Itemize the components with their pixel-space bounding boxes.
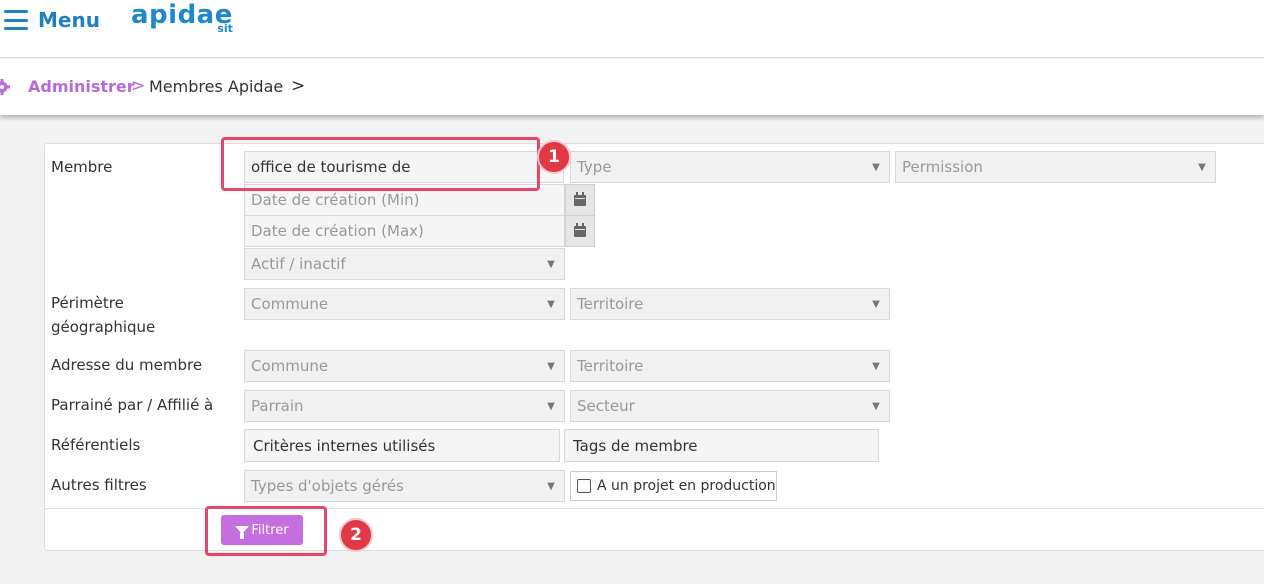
top-bar: Menu apidae sit: [0, 0, 1264, 58]
chevron-right-icon: >: [291, 76, 306, 96]
date-creation-max-input[interactable]: Date de création (Max): [244, 215, 565, 247]
label-adresse: Adresse du membre: [51, 356, 203, 374]
breadcrumb: Administrer > Membres Apidae >: [0, 59, 1264, 115]
permission-select[interactable]: Permission ▼: [895, 151, 1216, 183]
menu-label: Menu: [38, 8, 100, 32]
tags-membre-button[interactable]: Tags de membre: [564, 429, 879, 462]
logo-subtext: sit: [217, 22, 233, 35]
chevron-right-icon: >: [131, 76, 146, 96]
label-membre: Membre: [51, 158, 113, 176]
label-parrainage: Parrainé par / Affilié à: [51, 396, 214, 414]
chevron-down-icon: ▼: [547, 258, 555, 270]
annotation-marker-1: 1: [537, 140, 571, 174]
perimetre-territoire-select[interactable]: Territoire ▼: [570, 288, 890, 320]
calendar-icon: [574, 222, 586, 237]
chevron-down-icon: ▼: [872, 360, 880, 372]
adresse-territoire-select[interactable]: Territoire ▼: [570, 350, 890, 382]
label-autres-filtres: Autres filtres: [51, 476, 147, 494]
perimetre-commune-select[interactable]: Commune ▼: [244, 288, 565, 320]
chevron-down-icon: ▼: [872, 161, 880, 173]
gear-icon: [0, 79, 10, 95]
chevron-down-icon: ▼: [872, 400, 880, 412]
calendar-icon: [574, 191, 586, 206]
chevron-down-icon: ▼: [1198, 161, 1206, 173]
status-select[interactable]: Actif / inactif ▼: [244, 248, 565, 280]
menu-button[interactable]: Menu: [4, 6, 100, 34]
types-objets-select[interactable]: Types d'objets gérés ▼: [244, 470, 565, 502]
breadcrumb-administrer[interactable]: Administrer: [28, 77, 135, 96]
annotation-highlight-1: [221, 137, 540, 191]
chevron-down-icon: ▼: [547, 298, 555, 310]
projet-production-checkbox[interactable]: [577, 479, 591, 493]
annotation-marker-2: 2: [339, 518, 373, 552]
type-select[interactable]: Type ▼: [570, 151, 890, 183]
annotation-highlight-2: [205, 506, 327, 556]
apidae-logo[interactable]: apidae sit: [131, 0, 233, 35]
parrain-select[interactable]: Parrain ▼: [244, 390, 565, 422]
date-min-calendar-button[interactable]: [565, 184, 595, 216]
label-referentiels: Référentiels: [51, 436, 141, 454]
secteur-select[interactable]: Secteur ▼: [570, 390, 890, 422]
filter-panel: Membre office de tourisme de Type ▼ Perm…: [44, 143, 1264, 551]
chevron-down-icon: ▼: [547, 480, 555, 492]
chevron-down-icon: ▼: [547, 360, 555, 372]
breadcrumb-membres-apidae: Membres Apidae: [149, 77, 284, 96]
chevron-down-icon: ▼: [547, 400, 555, 412]
date-max-calendar-button[interactable]: [565, 215, 595, 247]
label-perimetre: Périmètre géographique: [51, 294, 156, 336]
projet-production-checkbox-wrapper[interactable]: A un projet en production: [570, 471, 777, 501]
chevron-down-icon: ▼: [872, 298, 880, 310]
adresse-commune-select[interactable]: Commune ▼: [244, 350, 565, 382]
hamburger-icon: [4, 10, 28, 30]
criteres-internes-button[interactable]: Critères internes utilisés: [244, 429, 560, 462]
